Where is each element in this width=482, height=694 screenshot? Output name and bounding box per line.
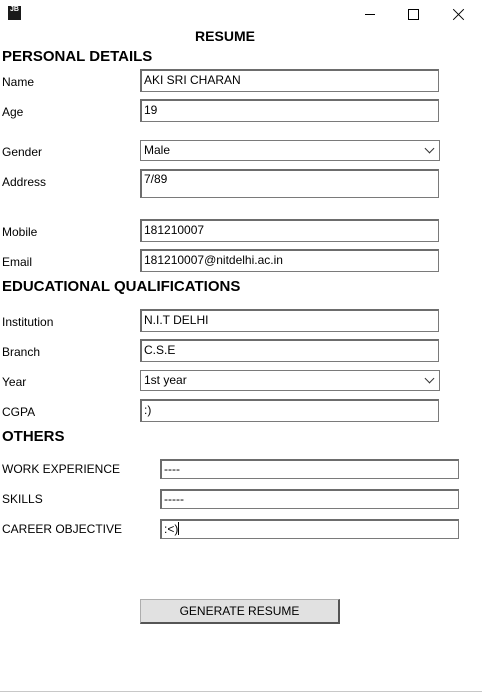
- education-heading: EDUCATIONAL QUALIFICATIONS: [2, 278, 241, 295]
- career-objective-value: :<): [164, 522, 179, 536]
- year-select[interactable]: 1st year: [140, 370, 440, 391]
- work-experience-label: WORK EXPERIENCE: [2, 462, 121, 476]
- year-selected-value: 1st year: [144, 373, 187, 387]
- email-field[interactable]: 181210007@nitdelhi.ac.in: [140, 249, 439, 272]
- mobile-label: Mobile: [2, 225, 38, 239]
- skills-label: SKILLS: [2, 492, 43, 506]
- name-label: Name: [2, 75, 35, 89]
- email-label: Email: [2, 255, 33, 269]
- address-field[interactable]: 7/89: [140, 169, 439, 198]
- address-label: Address: [2, 175, 47, 189]
- text-caret: [178, 522, 180, 535]
- skills-field[interactable]: -----: [160, 489, 459, 509]
- form-title: RESUME: [195, 28, 255, 44]
- others-heading: OTHERS: [2, 428, 65, 445]
- cgpa-label: CGPA: [2, 405, 36, 419]
- minimize-icon: [365, 13, 375, 15]
- personal-details-heading: PERSONAL DETAILS: [2, 48, 153, 65]
- chevron-down-icon: [424, 373, 435, 384]
- close-icon: [453, 8, 465, 20]
- career-objective-label: CAREER OBJECTIVE: [2, 522, 123, 536]
- institution-field[interactable]: N.I.T DELHI: [140, 309, 439, 332]
- institution-label: Institution: [2, 315, 54, 329]
- cgpa-field[interactable]: :): [140, 399, 439, 422]
- branch-label: Branch: [2, 345, 41, 359]
- name-field[interactable]: AKI SRI CHARAN: [140, 69, 439, 92]
- age-label: Age: [2, 105, 24, 119]
- app-icon: JB: [8, 6, 21, 20]
- year-label: Year: [2, 375, 27, 389]
- window-bottom-edge: [0, 691, 482, 692]
- career-objective-field[interactable]: :<): [160, 519, 459, 539]
- chevron-down-icon: [424, 143, 435, 154]
- generate-resume-button[interactable]: GENERATE RESUME: [140, 599, 340, 624]
- gender-select[interactable]: Male: [140, 140, 440, 161]
- maximize-button[interactable]: [390, 0, 436, 28]
- minimize-button[interactable]: [347, 0, 393, 28]
- maximize-icon: [407, 8, 419, 20]
- branch-field[interactable]: C.S.E: [140, 339, 439, 362]
- gender-label: Gender: [2, 145, 43, 159]
- close-button[interactable]: [436, 0, 482, 28]
- mobile-field[interactable]: 181210007: [140, 219, 439, 242]
- age-field[interactable]: 19: [140, 99, 439, 122]
- gender-selected-value: Male: [144, 143, 171, 157]
- work-experience-field[interactable]: ----: [160, 459, 459, 479]
